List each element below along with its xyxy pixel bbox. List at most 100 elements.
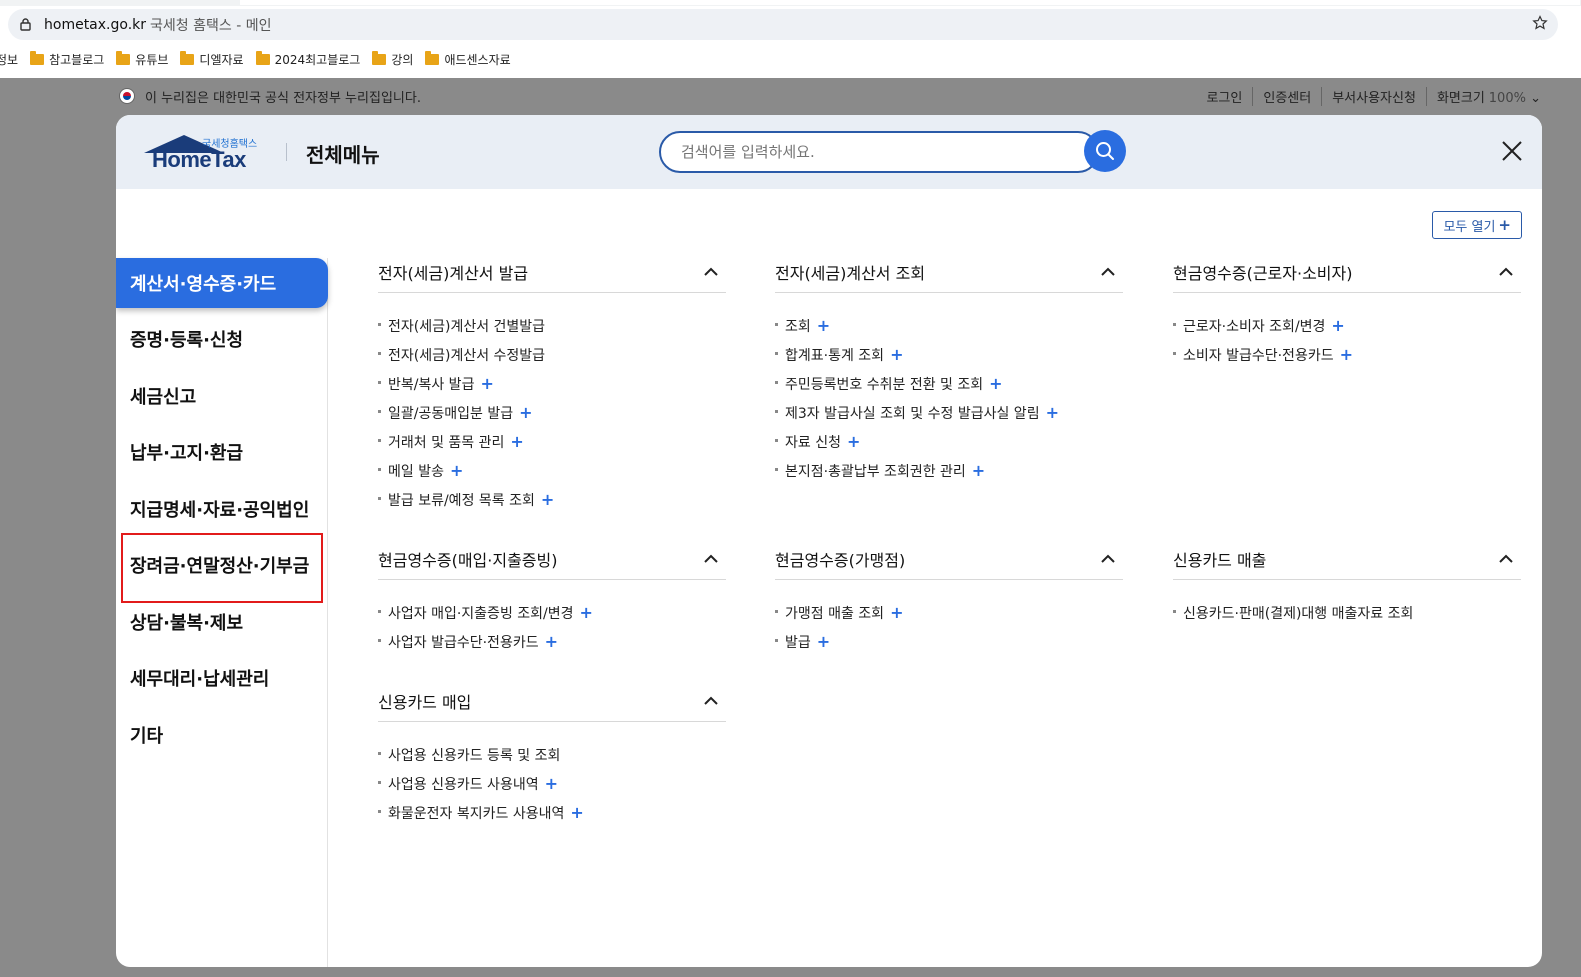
plus-icon[interactable]: +	[570, 803, 583, 822]
nav-item-tax-return[interactable]: 세금신고	[116, 371, 328, 421]
section-header[interactable]: 전자(세금)계산서 조회	[775, 251, 1123, 293]
plus-icon[interactable]: +	[545, 774, 558, 793]
plus-icon[interactable]: +	[510, 432, 523, 451]
bookmark-folder[interactable]: 애드센스자료	[425, 50, 511, 68]
close-button[interactable]	[1500, 139, 1526, 165]
section-list: 전자(세금)계산서 건별발급 전자(세금)계산서 수정발급 반복/복사 발급 + …	[378, 311, 726, 514]
folder-icon	[372, 50, 387, 65]
url-domain[interactable]: hometax.go.kr	[44, 17, 146, 33]
open-all-button[interactable]: 모두 열기 +	[1432, 211, 1522, 239]
menu-link-label: 전자(세금)계산서 건별발급	[388, 318, 546, 335]
section-header[interactable]: 신용카드 매입	[378, 680, 726, 722]
menu-section: 신용카드 매입 사업용 신용카드 등록 및 조회 사업용 신용카드 사용내역 + …	[378, 680, 726, 827]
search-input[interactable]	[659, 131, 1099, 173]
hometax-logo[interactable]: 국세청홈택스 HomeTax	[144, 133, 264, 173]
bookmark-star-icon[interactable]	[1532, 15, 1548, 35]
menu-link-label: 일괄/공동매입분 발급	[388, 405, 514, 422]
menu-link[interactable]: 사업자 발급수단·전용카드 +	[378, 627, 726, 656]
search-button[interactable]	[1084, 130, 1126, 172]
section-header[interactable]: 현금영수증(매입·지출증빙)	[378, 538, 726, 580]
plus-icon[interactable]: +	[989, 374, 1002, 393]
menu-link-label: 본지점·총괄납부 조회권한 관리	[785, 463, 966, 480]
nav-item-tax-agent[interactable]: 세무대리·납세관리	[116, 653, 328, 703]
menu-link[interactable]: 반복/복사 발급 +	[378, 369, 726, 398]
plus-icon[interactable]: +	[817, 316, 830, 335]
bookmark-folder[interactable]: 디엘자료	[180, 50, 244, 68]
nav-item-certificate-registration[interactable]: 증명·등록·신청	[116, 314, 328, 364]
zoom-label: 화면크기	[1436, 91, 1485, 106]
menu-link[interactable]: 화물운전자 복지카드 사용내역 +	[378, 798, 726, 827]
zoom-control[interactable]: 화면크기 100% ⌄	[1425, 87, 1541, 106]
menu-link[interactable]: 신용카드·판매(결제)대행 매출자료 조회	[1173, 598, 1521, 627]
plus-icon[interactable]: +	[817, 632, 830, 651]
menu-link[interactable]: 주민등록번호 수취분 전환 및 조회 +	[775, 369, 1123, 398]
bookmark-folder[interactable]: 참고블로그	[30, 50, 104, 68]
menu-section: 현금영수증(근로자·소비자) 근로자·소비자 조회/변경 + 소비자 발급수단·전…	[1173, 251, 1521, 369]
plus-icon[interactable]: +	[480, 374, 493, 393]
section-list: 사업용 신용카드 등록 및 조회 사업용 신용카드 사용내역 + 화물운전자 복지…	[378, 740, 726, 827]
menu-link[interactable]: 거래처 및 품목 관리 +	[378, 427, 726, 456]
plus-icon[interactable]: +	[890, 603, 903, 622]
login-link[interactable]: 로그인	[1196, 87, 1242, 106]
menu-link-label: 자료 신청	[785, 434, 841, 451]
plus-icon[interactable]: +	[1331, 316, 1344, 335]
plus-icon[interactable]: +	[545, 632, 558, 651]
plus-icon[interactable]: +	[580, 603, 593, 622]
section-list: 사업자 매입·지출증빙 조회/변경 + 사업자 발급수단·전용카드 +	[378, 598, 726, 656]
chevron-down-icon: ⌄	[1530, 91, 1541, 106]
plus-icon[interactable]: +	[541, 490, 554, 509]
lock-icon[interactable]	[18, 18, 32, 32]
menu-link[interactable]: 제3자 발급사실 조회 및 수정 발급사실 알림 +	[775, 398, 1123, 427]
section-header[interactable]: 전자(세금)계산서 발급	[378, 251, 726, 293]
menu-link-label: 사업용 신용카드 사용내역	[388, 776, 539, 793]
menu-link[interactable]: 자료 신청 +	[775, 427, 1123, 456]
nav-item-invoice-receipt-card[interactable]: 계산서·영수증·카드	[116, 258, 328, 308]
menu-link[interactable]: 일괄/공동매입분 발급 +	[378, 398, 726, 427]
menu-link[interactable]: 가맹점 매출 조회 +	[775, 598, 1123, 627]
menu-link[interactable]: 사업용 신용카드 등록 및 조회	[378, 740, 726, 769]
utility-links: 로그인 인증센터 부서사용자신청 화면크기 100% ⌄	[1186, 87, 1541, 106]
bookmark-folder[interactable]: 강의	[372, 50, 413, 68]
nav-item-payment-refund[interactable]: 납부·고지·환급	[116, 427, 328, 477]
menu-link[interactable]: 사업자 매입·지출증빙 조회/변경 +	[378, 598, 726, 627]
menu-link[interactable]: 근로자·소비자 조회/변경 +	[1173, 311, 1521, 340]
menu-link[interactable]: 메일 발송 +	[378, 456, 726, 485]
bookmark-folder[interactable]: 유튜브	[116, 50, 169, 68]
address-bar[interactable]: hometax.go.kr 국세청 홈택스 - 메인	[8, 9, 1558, 40]
folder-icon	[255, 50, 270, 65]
menu-link[interactable]: 합계표·통계 조회 +	[775, 340, 1123, 369]
plus-icon[interactable]: +	[890, 345, 903, 364]
nav-item-payment-statement[interactable]: 지급명세·자료·공익법인	[116, 484, 328, 534]
bookmark-folder[interactable]: 2024최고블로그	[255, 50, 360, 68]
menu-link[interactable]: 전자(세금)계산서 건별발급	[378, 311, 726, 340]
bookmark-label: 유튜브	[135, 52, 169, 67]
section-header[interactable]: 현금영수증(근로자·소비자)	[1173, 251, 1521, 293]
plus-icon[interactable]: +	[847, 432, 860, 451]
folder-icon	[425, 50, 440, 65]
plus-icon[interactable]: +	[519, 403, 532, 422]
plus-icon[interactable]: +	[972, 461, 985, 480]
menu-link[interactable]: 전자(세금)계산서 수정발급	[378, 340, 726, 369]
menu-link[interactable]: 발급 +	[775, 627, 1123, 656]
active-tab[interactable]	[240, 0, 1580, 5]
plus-icon[interactable]: +	[1340, 345, 1353, 364]
dept-user-link[interactable]: 부서사용자신청	[1321, 87, 1416, 106]
plus-icon[interactable]: +	[1046, 403, 1059, 422]
menu-link[interactable]: 사업용 신용카드 사용내역 +	[378, 769, 726, 798]
menu-link[interactable]: 발급 보류/예정 목록 조회 +	[378, 485, 726, 514]
section-header[interactable]: 신용카드 매출	[1173, 538, 1521, 580]
section-header[interactable]: 현금영수증(가맹점)	[775, 538, 1123, 580]
menu-link[interactable]: 소비자 발급수단·전용카드 +	[1173, 340, 1521, 369]
menu-link-label: 합계표·통계 조회	[785, 347, 885, 364]
nav-item-consultation[interactable]: 상담·불복·제보	[116, 597, 328, 647]
plus-icon[interactable]: +	[450, 461, 463, 480]
nav-item-etc[interactable]: 기타	[116, 710, 328, 760]
bookmark-partial[interactable]: 정보	[0, 51, 18, 68]
menu-link[interactable]: 본지점·총괄납부 조회권한 관리 +	[775, 456, 1123, 485]
search-icon	[1096, 142, 1114, 160]
browser-chrome: hometax.go.kr 국세청 홈택스 - 메인 정보 참고블로그 유튜브 …	[0, 0, 1581, 78]
cert-center-link[interactable]: 인증센터	[1252, 87, 1311, 106]
menu-link[interactable]: 조회 +	[775, 311, 1123, 340]
section-list: 가맹점 매출 조회 + 발급 +	[775, 598, 1123, 656]
menu-link-label: 반복/복사 발급	[388, 376, 475, 393]
